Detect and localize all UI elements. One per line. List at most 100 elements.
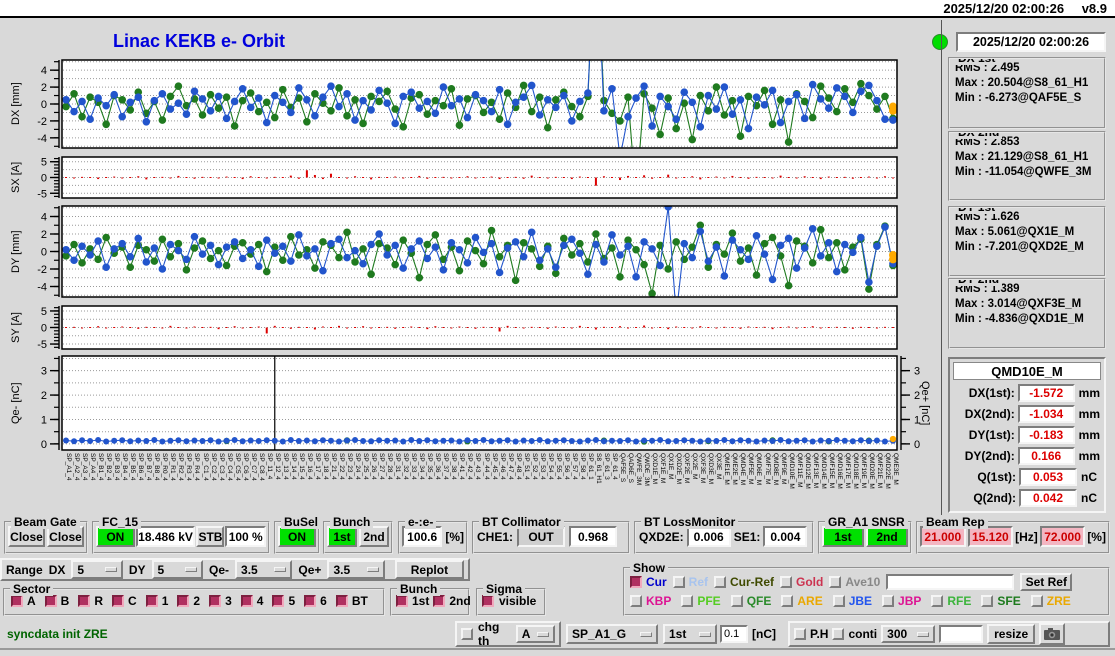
resize-button[interactable]: resize xyxy=(987,624,1036,644)
bpm-label: QX1E_M xyxy=(667,453,675,480)
points-dropdown[interactable]: 300 xyxy=(881,625,936,643)
show-SFE-checkbox[interactable] xyxy=(981,595,994,607)
bpm-label: QXF3E_M xyxy=(699,453,707,484)
bpm-label: QMF5E_M xyxy=(747,453,755,485)
sector-R-checkbox[interactable] xyxy=(78,595,91,607)
bpm-label: QMF13E_M xyxy=(811,453,819,489)
che1-value: 0.968 xyxy=(569,526,618,547)
show-Ref-checkbox[interactable] xyxy=(672,575,685,588)
fc15-percent-value: 100 % xyxy=(225,526,266,547)
beam-gate-close2-button[interactable]: Close xyxy=(47,526,84,547)
bpm-label: SP_56_4 xyxy=(562,453,570,480)
show-RFE-checkbox[interactable] xyxy=(931,595,944,607)
beam-rep-percent: 72.000 xyxy=(1039,526,1086,547)
e-ratio-unit: [%] xyxy=(445,529,464,544)
bpm-label: SP_A1_4 xyxy=(65,453,72,481)
se1-label: SE1: xyxy=(733,529,761,544)
range-label: Range xyxy=(6,562,43,577)
screenshot-button[interactable] xyxy=(1039,623,1066,645)
dropdown-dash-icon xyxy=(185,567,197,572)
page-title: Linac KEKB e- Orbit xyxy=(113,31,286,51)
sigma-visible-checkbox[interactable] xyxy=(482,595,494,607)
threshold-input[interactable] xyxy=(720,625,748,643)
dropdown-dash-icon xyxy=(917,631,930,637)
chg-th-dropdown[interactable]: A xyxy=(515,625,555,643)
bpm-label: SP_C6_4 xyxy=(241,453,249,481)
sector-5-checkbox[interactable] xyxy=(272,595,285,607)
svg-text:5: 5 xyxy=(41,306,47,318)
sector-B-label: B xyxy=(60,594,70,608)
show-title: Show xyxy=(630,561,668,575)
qxd2e-value: 0.006 xyxy=(686,526,731,547)
sector-B-checkbox[interactable] xyxy=(44,595,57,607)
show-option: Cur-Ref xyxy=(714,575,774,589)
sector-C-checkbox[interactable] xyxy=(112,595,125,607)
set-ref-input[interactable] xyxy=(886,573,1015,590)
conti-checkbox[interactable] xyxy=(832,628,845,640)
bpm-label: SP_58_4 xyxy=(578,453,586,480)
gr-a1-1st-button[interactable]: 1st xyxy=(822,526,864,547)
show-Ave10-label: Ave10 xyxy=(845,574,881,589)
application-window: 2025/12/20 02:00:26 v8.9 Linac KEKB e- O… xyxy=(0,0,1115,656)
busel-on-button[interactable]: ON xyxy=(278,526,316,547)
sector-BT-checkbox[interactable] xyxy=(335,595,348,607)
range-dy-dropdown[interactable]: 5 xyxy=(151,560,203,579)
set-ref-button[interactable]: Set Ref xyxy=(1020,572,1073,591)
che1-out-status: OUT xyxy=(517,526,566,547)
show-PFE-checkbox[interactable] xyxy=(681,595,694,607)
bpm-label: SP_15_4 xyxy=(297,453,305,480)
gr-a1-2nd-button[interactable]: 2nd xyxy=(866,526,908,547)
bpm-label: QMF15E_M xyxy=(827,453,835,489)
bunch-select-title: Bunch xyxy=(397,582,441,596)
sector-1-checkbox[interactable] xyxy=(145,595,158,607)
bpm-label: SP_B8_4 xyxy=(153,453,161,481)
range-qep-dropdown[interactable]: 3.5 xyxy=(327,560,385,579)
show-ARE-checkbox[interactable] xyxy=(781,595,794,607)
show-option: QFE xyxy=(730,594,771,608)
sector-3-checkbox[interactable] xyxy=(209,595,222,607)
sector-item: 5 xyxy=(272,594,295,608)
show-Ave10-checkbox[interactable] xyxy=(829,575,842,588)
show-Cur-checkbox[interactable] xyxy=(630,575,642,588)
sector-4-checkbox[interactable] xyxy=(240,595,253,607)
bunch-1st-checkbox[interactable] xyxy=(396,595,408,607)
ph-checkbox[interactable] xyxy=(794,628,806,640)
bpm-label: QME1E_M xyxy=(723,453,731,485)
range-dx-dropdown[interactable]: 5 xyxy=(71,560,123,579)
bpm-label: SP_54_4 xyxy=(546,453,554,480)
ph-label: P.H xyxy=(810,627,829,641)
show-JBE-checkbox[interactable] xyxy=(832,595,845,607)
bpm-label: SP_57_4 xyxy=(570,453,578,480)
sector-6-checkbox[interactable] xyxy=(304,595,317,607)
fc15-stb-button[interactable]: STB xyxy=(196,526,225,547)
sector-2-checkbox[interactable] xyxy=(177,595,190,607)
sigma-group: Sigma visible xyxy=(476,582,546,616)
range-qem-dropdown[interactable]: 3.5 xyxy=(235,560,293,579)
show-Cur-label: Cur xyxy=(646,574,667,589)
bunch-2nd-checkbox[interactable] xyxy=(433,595,446,607)
dx-chart: -4 -2 0 2 4 xyxy=(37,59,898,149)
show-ZRE-checkbox[interactable] xyxy=(1030,595,1043,607)
sector-A-checkbox[interactable] xyxy=(11,595,23,607)
show-Gold-checkbox[interactable] xyxy=(780,575,793,588)
beam-gate-close1-button[interactable]: Close xyxy=(8,526,45,547)
bunch-1st-button[interactable]: 1st xyxy=(327,526,357,547)
show-KBP-checkbox[interactable] xyxy=(630,595,642,607)
bpm-label: QXD3E_M xyxy=(707,453,715,485)
show-JBP-checkbox[interactable] xyxy=(882,595,895,607)
replot-button[interactable]: Replot xyxy=(394,560,464,579)
chg-th-checkbox[interactable] xyxy=(461,628,473,640)
dropdown-dash-icon xyxy=(640,631,652,637)
bpm-select-dropdown[interactable]: SP_A1_G xyxy=(566,624,658,644)
fc15-on-button[interactable]: ON xyxy=(96,526,135,547)
sector-item: R xyxy=(78,594,103,608)
bpm-label: QMD4E_M xyxy=(739,453,747,486)
sector-item: 4 xyxy=(240,594,263,608)
bunch-2nd-button[interactable]: 2nd xyxy=(359,526,389,547)
beam-rep-group: Beam Rep 21.000 15.120 [Hz] 72.000 [%] xyxy=(916,515,1110,554)
show-QFE-checkbox[interactable] xyxy=(730,595,743,607)
show-Cur-Ref-checkbox[interactable] xyxy=(714,575,727,588)
bpm-label: SP_47_4 xyxy=(506,453,514,480)
conti-count-input[interactable] xyxy=(939,625,984,643)
bunch-view-dropdown[interactable]: 1st xyxy=(663,624,717,644)
